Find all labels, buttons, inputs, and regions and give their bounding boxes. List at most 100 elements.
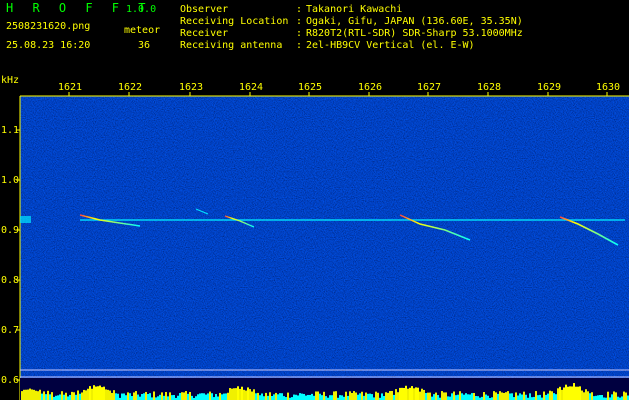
level-bar [601,395,603,400]
file-name: 2508231620.png [6,21,91,32]
x-ticks [68,92,608,96]
level-bar [611,394,613,400]
level-bar [359,393,361,400]
level-bar [369,393,371,400]
level-bar [25,389,27,400]
level-bar [445,392,447,400]
level-bar [85,390,87,400]
y-ticks [16,129,20,381]
level-bar [277,394,279,400]
level-bar [561,389,563,400]
info-value-observer: Takanori Kawachi [306,4,403,15]
level-bar [469,394,471,400]
level-bar [205,394,207,400]
level-bar [149,393,151,400]
level-bar [519,393,521,400]
level-bar [147,393,149,400]
level-bar [117,393,119,400]
level-bar [71,391,73,400]
level-bar [243,389,245,400]
x-tick-label: 1628 [477,82,501,93]
level-bar [589,393,591,400]
level-bar [79,393,81,400]
level-bar [569,386,571,400]
level-bar [573,383,575,400]
level-bar [209,391,211,400]
level-bar [441,391,443,400]
level-bar [137,394,139,400]
level-bar [401,387,403,400]
level-bar [521,394,523,400]
level-bar [67,396,69,400]
level-bar [305,395,307,400]
level-bar [283,396,285,400]
level-bar [461,393,463,400]
level-bar [399,387,401,400]
level-bar [61,391,63,400]
level-bar [227,392,229,400]
level-bar [261,393,263,400]
info-sep: : [296,40,303,51]
level-bar [69,394,71,400]
level-bar [615,392,617,400]
level-bar [145,391,147,400]
level-bar [45,394,47,400]
level-bar [37,391,39,400]
level-bar [529,393,531,400]
level-bar [437,395,439,400]
level-bar [351,392,353,400]
level-bar [515,392,517,400]
level-bar [41,393,43,400]
level-bar [499,391,501,400]
level-bar [309,394,311,400]
level-bar [551,391,553,400]
level-bar [257,392,259,400]
level-bar [453,391,455,400]
level-bar [431,396,433,400]
level-bar [303,393,305,400]
level-bar [179,393,181,400]
info-key-receiver: Receiver [180,28,229,39]
x-tick-label: 1623 [179,82,203,93]
level-bar [123,393,125,400]
level-bar [315,391,317,400]
level-bar [555,394,557,400]
level-bar [35,390,37,400]
level-bar [447,396,449,400]
level-bar [307,394,309,400]
level-bar [329,395,331,400]
level-bar [345,391,347,400]
level-bar [583,392,585,400]
level-bar [99,385,101,400]
level-bar [313,395,315,400]
level-bar [131,396,133,400]
level-bar [245,390,247,400]
level-bar [251,391,253,400]
level-bar [271,395,273,400]
level-bar [153,391,155,400]
level-bar [111,392,113,400]
level-bar [237,386,239,400]
level-bar [157,396,159,400]
level-bar [115,393,117,400]
level-bar [405,385,407,400]
level-bar [81,392,83,400]
level-bar [105,389,107,400]
level-bar [319,393,321,400]
level-bar [127,392,129,400]
level-bar [421,388,423,400]
info-value-antenna: 2el-HB9CV Vertical (el. E-W) [306,40,475,51]
level-bar [391,390,393,400]
level-bar [581,390,583,400]
level-bar [267,395,269,400]
level-bar [341,395,343,400]
level-bar [565,384,567,400]
level-bar [299,393,301,400]
level-bar [577,386,579,400]
level-bar [597,395,599,400]
level-bar [333,391,335,400]
level-bar [49,394,51,400]
level-bar [365,392,367,400]
level-bar [361,391,363,400]
level-bar [483,392,485,400]
